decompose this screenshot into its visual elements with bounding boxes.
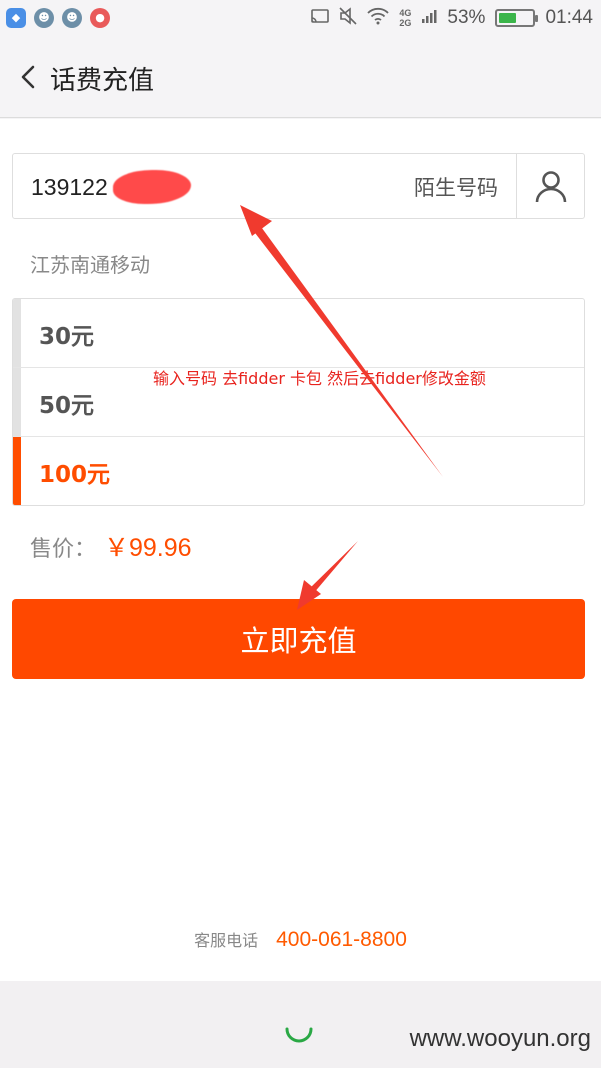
weibo-app-icon: ● — [90, 8, 110, 28]
mute-icon — [339, 6, 357, 30]
amount-option-30[interactable]: 30元 — [13, 299, 584, 368]
back-arrow-icon[interactable] — [18, 64, 40, 90]
person-icon — [535, 171, 566, 203]
amount-indicator — [13, 368, 21, 436]
status-bar-right: 4G 2G 53% 01:44 — [311, 5, 593, 31]
battery-percent: 53% — [447, 7, 486, 28]
wifi-icon — [367, 7, 390, 30]
price-label: 售价： — [30, 537, 97, 562]
service-phone-link[interactable]: 400-061-8800 — [276, 928, 407, 952]
cast-icon — [311, 8, 330, 28]
carrier-label: 江苏南通移动 — [30, 253, 150, 277]
phone-number-box: 陌生号码 — [12, 153, 585, 219]
watermark: www.wooyun.org — [409, 1025, 591, 1052]
status-bar: ◆ ☻ ☻ ● 4G 2G 53% 01:44 — [0, 0, 601, 36]
battery-icon — [495, 9, 539, 27]
main-content: 陌生号码 江苏南通移动 30元 50元 100元 输入号码 去fidder 卡包… — [0, 119, 601, 981]
phone-number-input[interactable] — [31, 168, 361, 206]
signal-icon — [421, 8, 437, 29]
price-value: ￥99.96 — [104, 534, 192, 562]
amount-indicator — [13, 437, 21, 505]
stranger-number-label: 陌生号码 — [414, 176, 498, 200]
bottom-bar: www.wooyun.org — [0, 981, 601, 1068]
contacts-button[interactable] — [516, 154, 584, 218]
clock: 01:44 — [545, 7, 593, 28]
amount-option-100[interactable]: 100元 — [13, 437, 584, 505]
qq-app-icon: ☻ — [62, 8, 82, 28]
recharge-now-button[interactable]: 立即充值 — [12, 599, 585, 679]
amount-label: 100元 — [39, 462, 111, 488]
service-label: 客服电话 — [194, 931, 259, 950]
amount-label: 30元 — [39, 324, 95, 350]
shield-app-icon: ◆ — [6, 8, 26, 28]
amount-label: 50元 — [39, 393, 95, 419]
loading-spinner-icon — [285, 1027, 313, 1043]
header: 话费充值 — [0, 36, 601, 118]
network-type: 4G 2G — [399, 8, 412, 28]
qq-app-icon: ☻ — [34, 8, 54, 28]
amount-list: 30元 50元 100元 — [12, 298, 585, 506]
customer-service: 客服电话 400-061-8800 — [0, 927, 601, 952]
amount-indicator — [13, 299, 21, 367]
page-title: 话费充值 — [50, 66, 155, 96]
annotation-text: 输入号码 去fidder 卡包 然后去fidder修改金额 — [153, 369, 486, 388]
